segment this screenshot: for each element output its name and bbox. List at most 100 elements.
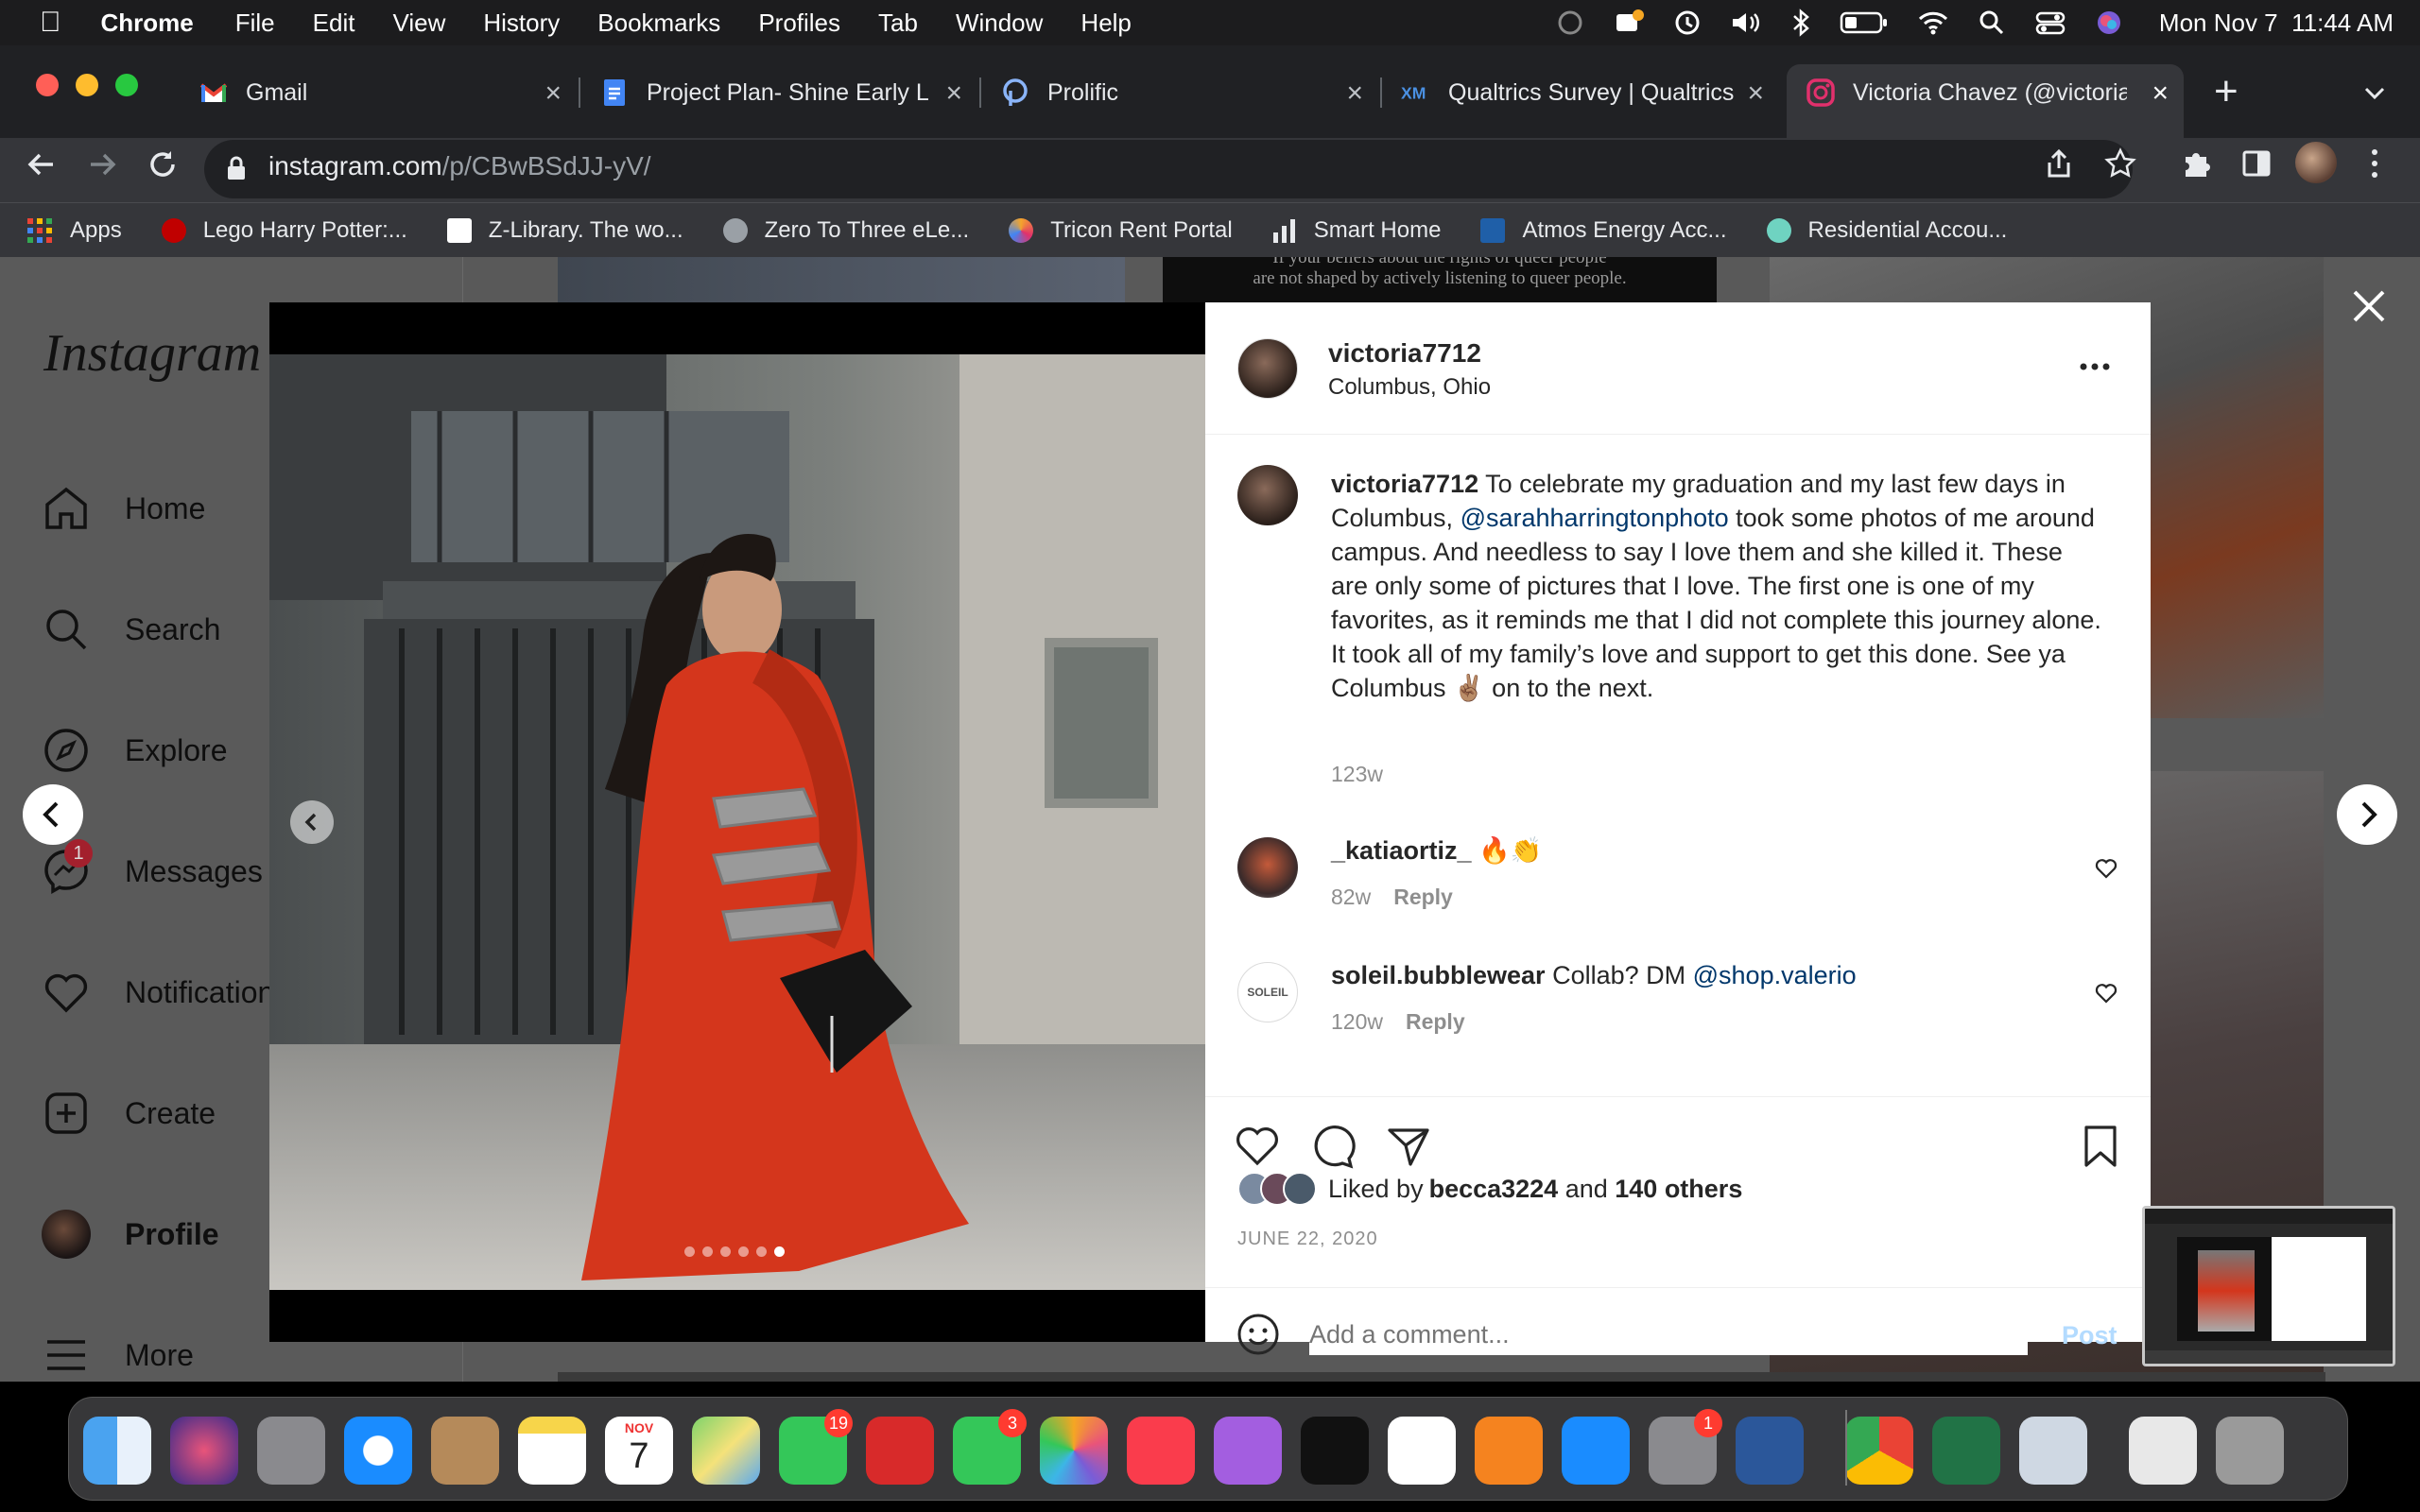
share-icon[interactable] [2044, 147, 2074, 180]
nav-profile[interactable]: Profile [42, 1210, 219, 1259]
menu-bookmarks[interactable]: Bookmarks [597, 9, 720, 38]
podcasts-icon[interactable] [1214, 1417, 1282, 1485]
emoji-icon[interactable] [1236, 1312, 1281, 1357]
maps-icon[interactable] [692, 1417, 760, 1485]
bookmark-star-icon[interactable] [2104, 147, 2136, 180]
volume-icon[interactable] [1730, 9, 1762, 37]
comment-like-heart-icon[interactable] [2094, 856, 2118, 881]
comment-username[interactable]: soleil.bubblewear [1331, 961, 1546, 989]
comment-avatar[interactable]: SOLEIL [1237, 962, 1298, 1022]
profile-avatar[interactable] [2295, 142, 2337, 183]
comment-mention-link[interactable]: @shop.valerio [1693, 961, 1857, 989]
comment-age[interactable]: 82w [1331, 885, 1371, 909]
post-comment-button[interactable]: Post [2062, 1321, 2118, 1350]
caption-age[interactable]: 123w [1331, 762, 1383, 787]
forward-arrow-icon[interactable] [85, 147, 119, 181]
nav-notifications[interactable]: Notifications [42, 968, 289, 1017]
excel-icon[interactable] [1932, 1417, 2000, 1485]
apple-icon[interactable]:  [40, 7, 61, 39]
close-tab-icon[interactable]: × [945, 77, 962, 110]
side-panel-icon[interactable] [2240, 147, 2273, 180]
bookmark-atmos-energy[interactable]: Atmos Energy Acc... [1480, 217, 1727, 244]
close-tab-icon[interactable]: × [1747, 77, 1764, 110]
nav-more[interactable]: More [42, 1331, 194, 1380]
finder-icon[interactable] [83, 1417, 151, 1485]
menu-view[interactable]: View [392, 9, 445, 38]
menu-history[interactable]: History [483, 9, 560, 38]
notification-icon[interactable] [1613, 9, 1645, 37]
bookmark-zero-to-three[interactable]: Zero To Three eLe... [722, 217, 969, 244]
news-icon[interactable] [1388, 1417, 1456, 1485]
previous-post-button[interactable] [23, 784, 83, 845]
comment-input[interactable] [1309, 1314, 2028, 1355]
nav-home[interactable]: Home [42, 484, 205, 533]
bluetooth-icon[interactable] [1790, 9, 1811, 37]
instagram-logo[interactable]: Instagram [43, 323, 261, 384]
photo-booth-icon[interactable] [866, 1417, 934, 1485]
tab-qualtrics[interactable]: XM Qualtrics Survey | Qualtrics × [1382, 64, 1779, 121]
bookmark-tricon[interactable]: Tricon Rent Portal [1009, 217, 1233, 244]
time-machine-icon[interactable] [1673, 9, 1702, 37]
messages-icon[interactable]: 19 [779, 1409, 853, 1485]
close-modal-icon[interactable] [2350, 287, 2388, 325]
share-paper-plane-icon[interactable] [1385, 1123, 1432, 1170]
reply-button[interactable]: Reply [1406, 1009, 1465, 1034]
menu-window[interactable]: Window [956, 9, 1043, 38]
bookmark-smart-home[interactable]: Smart Home [1272, 217, 1441, 244]
post-date[interactable]: JUNE 22, 2020 [1237, 1228, 1378, 1250]
menu-app-name[interactable]: Chrome [101, 9, 194, 38]
comment-username[interactable]: _katiaortiz_ [1331, 836, 1472, 865]
next-post-button[interactable] [2337, 784, 2397, 845]
trash-icon[interactable] [2216, 1417, 2284, 1485]
bookmark-residential[interactable]: Residential Accou... [1766, 217, 2007, 244]
menubar-clock[interactable]: Mon Nov 7 11:44 AM [2159, 9, 2394, 38]
chrome-menu-icon[interactable] [2367, 146, 2382, 181]
nav-search[interactable]: Search [42, 605, 220, 654]
facetime-icon[interactable]: 3 [953, 1409, 1027, 1485]
menu-edit[interactable]: Edit [313, 9, 355, 38]
wifi-icon[interactable] [1917, 9, 1949, 37]
spotlight-search-icon[interactable] [1978, 9, 2006, 37]
menu-profiles[interactable]: Profiles [758, 9, 840, 38]
lock-icon[interactable] [225, 155, 248, 181]
menu-help[interactable]: Help [1080, 9, 1131, 38]
word-icon[interactable] [1736, 1417, 1804, 1485]
launchpad-icon[interactable] [257, 1417, 325, 1485]
photos-icon[interactable] [1040, 1417, 1108, 1485]
preview-icon[interactable] [2019, 1417, 2087, 1485]
save-bookmark-icon[interactable] [2079, 1123, 2122, 1170]
comment-age[interactable]: 120w [1331, 1009, 1383, 1034]
bookmark-z-library[interactable]: Z-Library. The wo... [446, 217, 683, 244]
tab-instagram-active[interactable]: Victoria Chavez (@victoria7712) × [1787, 64, 2184, 138]
post-location[interactable]: Columbus, Ohio [1328, 374, 1491, 401]
url-text[interactable]: instagram.com/p/CBwBSdJJ-yV/ [268, 151, 651, 181]
close-tab-icon[interactable]: × [544, 77, 562, 110]
bookmark-lego-harry-potter[interactable]: Lego Harry Potter:... [161, 217, 407, 244]
author-username[interactable]: victoria7712 [1328, 338, 1481, 369]
apple-tv-icon[interactable] [1301, 1417, 1369, 1485]
zoom-window-button[interactable] [115, 74, 138, 96]
siri-icon[interactable] [2095, 9, 2123, 37]
notes-icon[interactable] [518, 1417, 586, 1485]
tab-search-chevron-icon[interactable] [2363, 83, 2386, 102]
author-avatar[interactable] [1237, 338, 1298, 399]
music-icon[interactable] [1127, 1417, 1195, 1485]
screenshot-preview-thumbnail[interactable] [2142, 1206, 2395, 1366]
safari-icon[interactable] [344, 1417, 412, 1485]
control-center-icon[interactable] [2034, 9, 2066, 37]
caption-username[interactable]: victoria7712 [1331, 470, 1478, 498]
reply-button[interactable]: Reply [1393, 885, 1453, 909]
comment-avatar[interactable] [1237, 837, 1298, 898]
app-store-icon[interactable] [1562, 1417, 1630, 1485]
tab-project-plan[interactable]: Project Plan- Shine Early L × [580, 64, 977, 121]
menu-tab[interactable]: Tab [878, 9, 918, 38]
document-icon[interactable] [2129, 1417, 2197, 1485]
caption-mention-link[interactable]: @sarahharringtonphoto [1461, 504, 1729, 532]
post-photo[interactable] [269, 354, 1205, 1290]
back-arrow-icon[interactable] [25, 147, 59, 181]
nav-messages[interactable]: Messages 1 [42, 839, 263, 896]
bookmark-apps[interactable]: Apps [26, 217, 122, 244]
liked-by-user[interactable]: becca3224 [1429, 1175, 1559, 1204]
battery-icon[interactable] [1840, 9, 1889, 36]
more-options-icon[interactable] [2079, 361, 2111, 372]
